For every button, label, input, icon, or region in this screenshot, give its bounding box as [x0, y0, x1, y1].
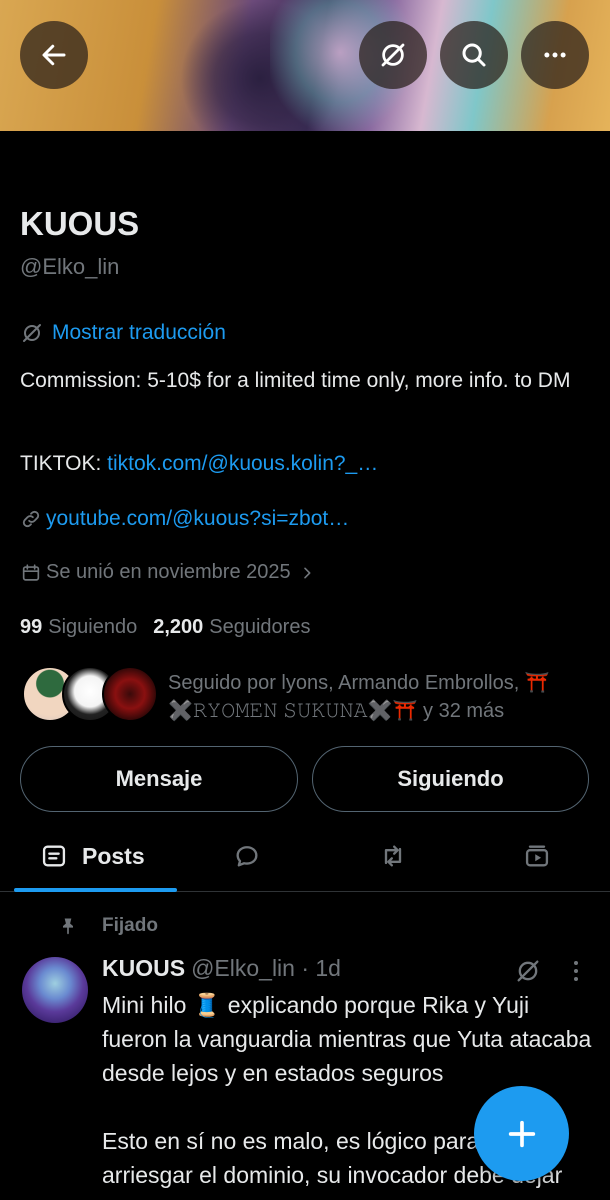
website-link-label: youtube.com/@kuous?si=zbot… [46, 507, 350, 530]
post-paragraph: Mini hilo 🧵 explicando porque Rika y Yuj… [102, 992, 592, 1086]
posts-icon [42, 845, 66, 867]
profile-banner[interactable] [0, 0, 610, 131]
avatar[interactable] [22, 957, 88, 1023]
followers-stat[interactable]: 2,200 Seguidores [153, 616, 310, 639]
search-button[interactable] [440, 21, 508, 89]
following-label: Siguiendo [48, 616, 138, 638]
grok-button[interactable] [359, 21, 427, 89]
tab-media[interactable] [523, 820, 551, 892]
message-button[interactable]: Mensaje [20, 746, 298, 812]
tab-replies[interactable] [233, 820, 261, 892]
back-button[interactable] [20, 21, 88, 89]
grok-icon[interactable] [514, 957, 542, 985]
show-translation-label: Mostrar traducción [52, 321, 226, 344]
media-icon [525, 845, 549, 867]
tab-reposts[interactable] [379, 820, 407, 892]
plus-icon [508, 1120, 535, 1147]
reply-icon [236, 846, 258, 867]
profile-handle: @Elko_lin [20, 254, 120, 279]
post-author-name[interactable]: KUOUS [102, 955, 185, 982]
profile-name: KUOUS [20, 205, 140, 242]
tab-posts-label: Posts [82, 842, 145, 869]
post-header: KUOUS @Elko_lin · 1d [102, 955, 341, 982]
link-icon [22, 510, 40, 528]
more-horizontal-icon [544, 52, 566, 58]
follow-stats: 99 Siguiendo 2,200 Seguidores [20, 616, 310, 639]
profile-tabs: Posts [0, 820, 610, 892]
active-tab-indicator [14, 888, 177, 892]
avatar [102, 666, 158, 722]
calendar-icon [22, 563, 40, 581]
followed-by-avatars[interactable] [22, 666, 158, 722]
following-count: 99 [20, 616, 43, 638]
search-icon [462, 43, 486, 67]
tiktok-label: TIKTOK: [20, 452, 108, 475]
following-stat[interactable]: 99 Siguiendo [20, 616, 137, 639]
tiktok-link[interactable]: tiktok.com/@kuous.kolin?_… [107, 452, 378, 475]
pin-icon [63, 918, 73, 935]
profile-bio: Commission: 5-10$ for a limited time onl… [20, 369, 571, 392]
compose-button[interactable] [474, 1086, 569, 1181]
followers-count: 2,200 [153, 616, 204, 638]
post-handle-time: @Elko_lin · 1d [191, 955, 341, 981]
tab-posts[interactable]: Posts [40, 820, 145, 892]
bio-tiktok-line: TIKTOK: tiktok.com/@kuous.kolin?_… [20, 452, 378, 476]
pinned-label: Fijado [58, 915, 158, 937]
pinned-label-text: Fijado [102, 915, 158, 936]
repost-icon [384, 845, 402, 867]
website-link[interactable]: youtube.com/@kuous?si=zbot… [20, 507, 349, 531]
grok-icon [381, 43, 405, 67]
joined-date[interactable]: Se unió en noviembre 2025 [20, 561, 319, 584]
arrow-left-icon [42, 44, 66, 66]
followed-by-text[interactable]: Seguido por lyons, Armando Embrollos, ⛩️… [168, 669, 588, 725]
chevron-right-icon [303, 567, 311, 578]
more-options-button[interactable] [521, 21, 589, 89]
following-button[interactable]: Siguiendo [312, 746, 589, 812]
more-vertical-icon[interactable] [566, 957, 586, 985]
grok-icon [23, 324, 41, 342]
followers-label: Seguidores [209, 616, 311, 638]
show-translation-link[interactable]: Mostrar traducción [20, 321, 226, 345]
joined-date-label: Se unió en noviembre 2025 [46, 561, 291, 583]
